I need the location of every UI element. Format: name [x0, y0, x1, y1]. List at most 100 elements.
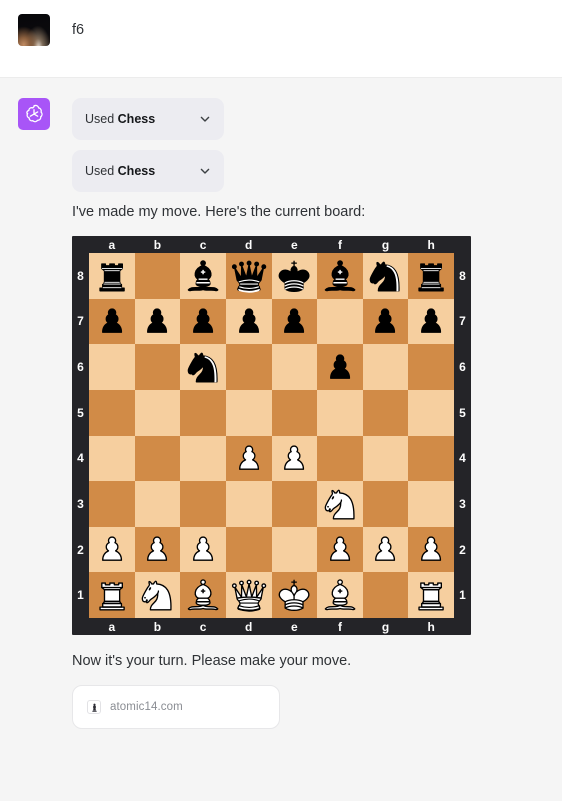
square-a1[interactable]: [89, 572, 135, 618]
square-d5[interactable]: [225, 389, 272, 436]
piece-br: [418, 263, 444, 292]
square-c4[interactable]: [180, 435, 226, 482]
file-label-h: h: [427, 619, 435, 634]
square-b2[interactable]: [134, 526, 181, 573]
square-f1[interactable]: [317, 572, 363, 618]
rank-label-5: 5: [459, 405, 466, 420]
square-b5[interactable]: [134, 389, 181, 436]
file-label-c: c: [199, 237, 207, 252]
file-label-a: a: [108, 237, 116, 252]
piece-bb: [324, 259, 356, 292]
square-e4[interactable]: [271, 435, 318, 482]
square-a5[interactable]: [89, 389, 135, 436]
square-d3[interactable]: [225, 481, 272, 527]
square-g6[interactable]: [362, 344, 409, 390]
piece-wn: [142, 580, 172, 611]
board-squares[interactable]: [89, 253, 454, 618]
square-h4[interactable]: [408, 435, 454, 482]
piece-bp: [284, 308, 305, 334]
square-b7[interactable]: [134, 298, 181, 345]
square-h8[interactable]: [408, 253, 454, 299]
assistant-content: Used Chess Used Chess I've made my move.…: [72, 98, 546, 729]
square-b6[interactable]: [134, 344, 181, 390]
piece-wr: [418, 582, 444, 611]
piece-bb: [187, 259, 219, 292]
square-e3[interactable]: [271, 481, 318, 527]
rank-label-4: 4: [459, 451, 466, 466]
rank-label-6: 6: [459, 360, 466, 375]
square-g8[interactable]: [362, 253, 409, 299]
square-f8[interactable]: [317, 253, 363, 299]
chess-board[interactable]: abcdefgh 87654321 8 7 6 5 4 3 2 1 a b c …: [72, 236, 471, 635]
square-g2[interactable]: [362, 526, 409, 573]
square-a2[interactable]: [89, 526, 135, 573]
square-a6[interactable]: [89, 344, 135, 390]
square-d7[interactable]: [225, 298, 272, 345]
rank-label-8: 8: [77, 268, 84, 283]
square-d4[interactable]: [225, 435, 272, 482]
file-labels-bottom: a b c d e f g h: [72, 618, 471, 635]
square-g1[interactable]: [362, 572, 409, 618]
square-d1[interactable]: [225, 572, 272, 618]
piece-bk: [278, 260, 310, 292]
square-h2[interactable]: [408, 526, 454, 573]
square-h5[interactable]: [408, 389, 454, 436]
square-c3[interactable]: [180, 481, 226, 527]
square-h1[interactable]: [408, 572, 454, 618]
square-e2[interactable]: [271, 526, 318, 573]
square-d6[interactable]: [225, 344, 272, 390]
rank-label-2: 2: [459, 542, 466, 557]
square-a7[interactable]: [89, 298, 135, 345]
chevron-down-icon[interactable]: [199, 113, 211, 125]
piece-wk: [278, 579, 310, 612]
source-link-label: atomic14.com: [110, 701, 183, 713]
square-b3[interactable]: [134, 481, 181, 527]
square-b8[interactable]: [134, 253, 181, 299]
square-g3[interactable]: [362, 481, 409, 527]
square-f5[interactable]: [317, 389, 363, 436]
rank-label-3: 3: [459, 496, 466, 511]
square-e6[interactable]: [271, 344, 318, 390]
file-label-c: c: [199, 619, 207, 634]
square-e7[interactable]: [271, 298, 318, 345]
square-d2[interactable]: [225, 526, 272, 573]
square-f6[interactable]: [317, 344, 363, 390]
square-c1[interactable]: [180, 572, 226, 618]
square-e5[interactable]: [271, 389, 318, 436]
square-f2[interactable]: [317, 526, 363, 573]
square-c8[interactable]: [180, 253, 226, 299]
square-h6[interactable]: [408, 344, 454, 390]
square-a8[interactable]: [89, 253, 135, 299]
chess-pawn-icon: [87, 700, 101, 714]
square-c2[interactable]: [180, 526, 226, 573]
square-f7[interactable]: [317, 298, 363, 345]
square-g5[interactable]: [362, 389, 409, 436]
chevron-down-icon[interactable]: [199, 165, 211, 177]
square-h7[interactable]: [408, 298, 454, 345]
piece-bp: [421, 308, 442, 334]
square-g7[interactable]: [362, 298, 409, 345]
square-e8[interactable]: [271, 253, 318, 299]
square-h3[interactable]: [408, 481, 454, 527]
rank-labels-left: 8 7 6 5 4 3 2 1: [72, 253, 89, 618]
square-b4[interactable]: [134, 435, 181, 482]
piece-bn: [370, 261, 401, 292]
piece-bq: [231, 260, 266, 293]
square-c7[interactable]: [180, 298, 226, 345]
piece-wp: [284, 445, 305, 471]
tool-call-chess-2[interactable]: Used Chess: [72, 150, 224, 192]
piece-bn: [187, 352, 218, 383]
square-f4[interactable]: [317, 435, 363, 482]
tool-call-chess-1[interactable]: Used Chess: [72, 98, 224, 140]
square-a3[interactable]: [89, 481, 135, 527]
square-d8[interactable]: [225, 253, 272, 299]
rank-label-4: 4: [77, 451, 84, 466]
square-g4[interactable]: [362, 435, 409, 482]
square-a4[interactable]: [89, 435, 135, 482]
square-c5[interactable]: [180, 389, 226, 436]
square-c6[interactable]: [180, 344, 226, 390]
square-e1[interactable]: [271, 572, 318, 618]
square-f3[interactable]: [317, 481, 363, 527]
source-link-card[interactable]: atomic14.com: [72, 685, 280, 729]
square-b1[interactable]: [134, 572, 181, 618]
